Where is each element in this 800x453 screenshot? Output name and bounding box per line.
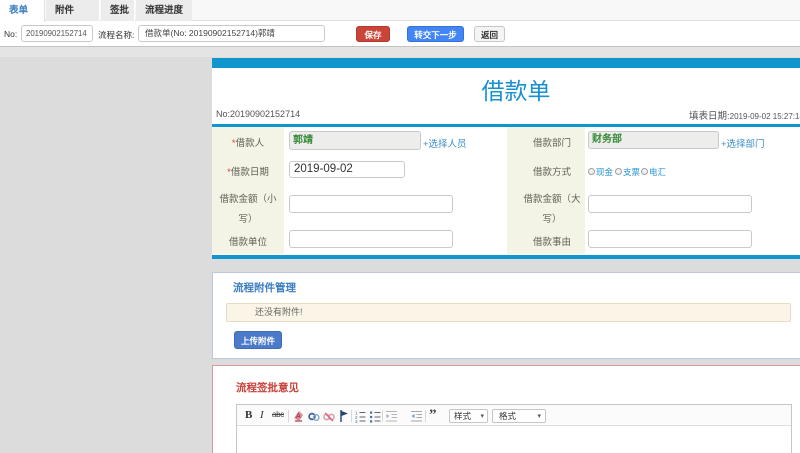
svg-text:3: 3 (355, 419, 358, 423)
svg-text:A: A (296, 413, 301, 420)
